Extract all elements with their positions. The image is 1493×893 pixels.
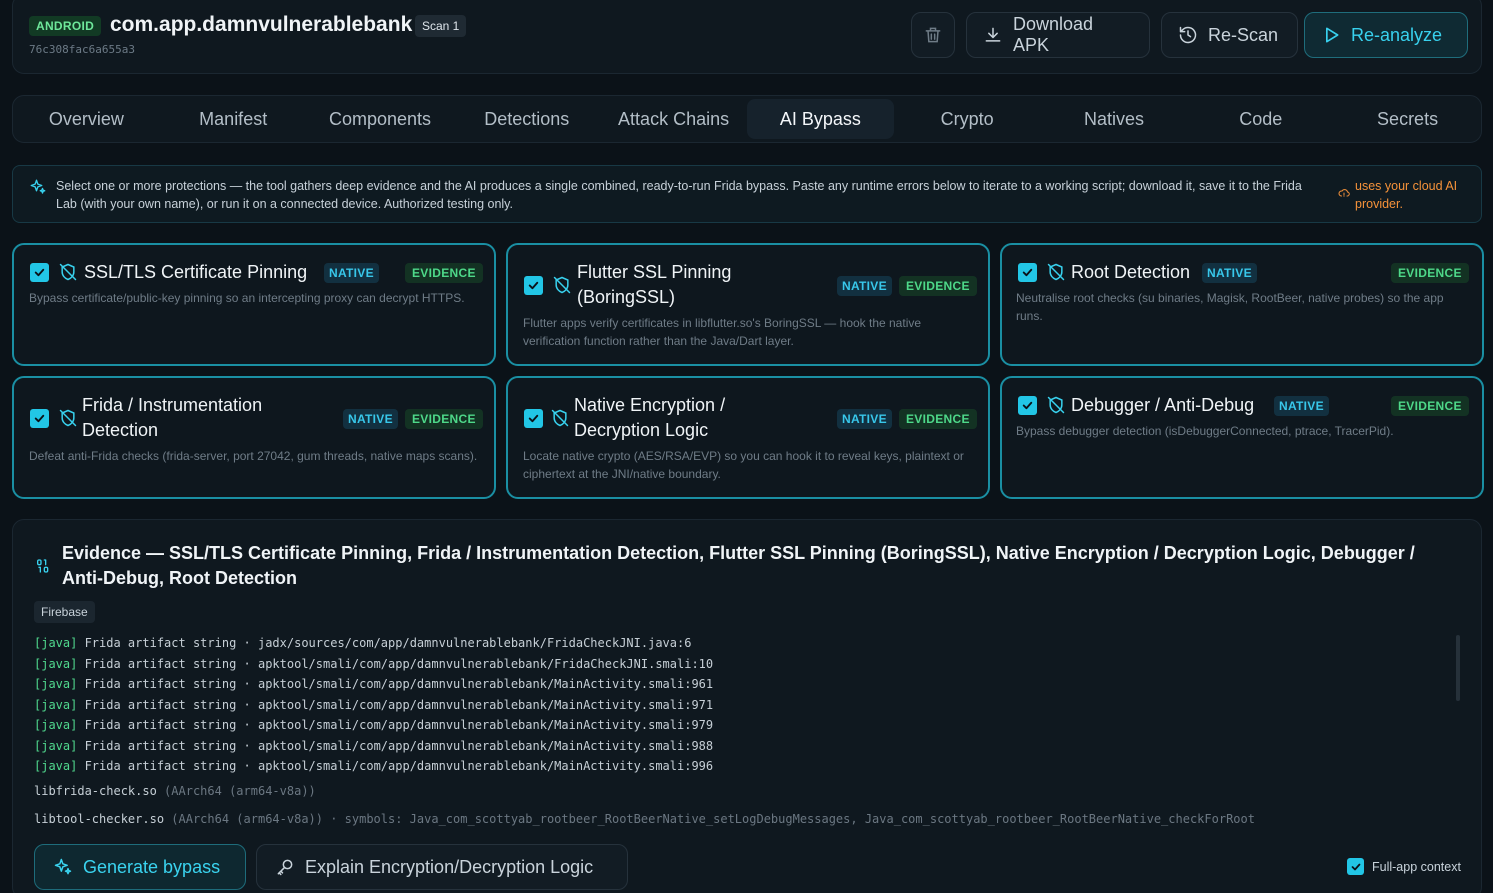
platform-badge: ANDROID xyxy=(29,16,102,36)
evidence-line: [java] Frida artifact string · apktool/s… xyxy=(34,656,714,671)
native-lib-entry: libtool-checker.so (AArch64 (arm64-v8a))… xyxy=(34,812,1255,826)
explain-crypto-button[interactable]: Explain Encryption/Decryption Logic xyxy=(256,844,628,890)
protection-desc: Bypass certificate/public-key pinning so… xyxy=(29,291,465,305)
tab-detections[interactable]: Detections xyxy=(453,99,600,139)
native-badge: NATIVE xyxy=(324,263,379,283)
package-name: com.app.damnvulnerablebank xyxy=(110,13,413,36)
binary-icon xyxy=(37,559,49,573)
protection-card-ssl-pinning[interactable]: SSL/TLS Certificate Pinning NATIVE EVIDE… xyxy=(12,243,496,366)
shield-off-icon xyxy=(1047,396,1065,414)
tab-code[interactable]: Code xyxy=(1187,99,1334,139)
shield-off-icon xyxy=(553,276,571,294)
tab-overview[interactable]: Overview xyxy=(13,99,160,139)
evidence-line: [java] Frida artifact string · apktool/s… xyxy=(34,697,714,712)
evidence-line: [java] Frida artifact string · jadx/sour… xyxy=(34,636,692,650)
protection-desc: Flutter apps verify certificates in libf… xyxy=(523,316,922,348)
delete-button[interactable] xyxy=(911,12,955,58)
checkbox[interactable] xyxy=(30,409,49,428)
explain-crypto-label: Explain Encryption/Decryption Logic xyxy=(305,856,594,877)
native-badge: NATIVE xyxy=(837,276,892,296)
native-badge: NATIVE xyxy=(1202,263,1257,283)
protection-card-frida-detection[interactable]: Frida / Instrumentation Detection NATIVE… xyxy=(12,376,496,499)
protection-card-flutter-ssl[interactable]: Flutter SSL Pinning (BoringSSL) NATIVE E… xyxy=(506,243,990,366)
evidence-badge: EVIDENCE xyxy=(1391,263,1469,283)
generate-bypass-label: Generate bypass xyxy=(83,856,221,877)
evidence-panel: Evidence — SSL/TLS Certificate Pinning, … xyxy=(12,519,1482,893)
evidence-badge: EVIDENCE xyxy=(899,409,977,429)
scan-hash: 76c308fac6a655a3 xyxy=(29,43,135,56)
evidence-badge: EVIDENCE xyxy=(899,276,977,296)
protection-desc: Neutralise root checks (su binaries, Mag… xyxy=(1016,291,1444,323)
reanalyze-label: Re-analyze xyxy=(1351,24,1443,45)
checkbox[interactable] xyxy=(1347,858,1364,875)
evidence-line: [java] Frida artifact string · apktool/s… xyxy=(34,677,714,691)
protection-desc: Bypass debugger detection (isDebuggerCon… xyxy=(1016,424,1394,438)
evidence-scrollbar[interactable] xyxy=(1456,635,1460,701)
tab-attack-chains[interactable]: Attack Chains xyxy=(600,99,747,139)
reanalyze-button[interactable]: Re-analyze xyxy=(1304,12,1468,58)
protection-title: Frida / Instrumentation Detection xyxy=(82,395,263,440)
evidence-badge: EVIDENCE xyxy=(405,263,483,283)
evidence-title: Evidence — SSL/TLS Certificate Pinning, … xyxy=(62,543,1415,588)
checkbox[interactable] xyxy=(524,276,543,295)
cloud-ai-warning: uses your cloud AI provider. xyxy=(1355,179,1458,211)
shield-off-icon xyxy=(551,409,569,427)
tab-bar: Overview Manifest Components Detections … xyxy=(12,95,1482,143)
cloud-warning-icon xyxy=(1338,189,1350,197)
native-badge: NATIVE xyxy=(1274,396,1329,416)
protection-card-native-crypto[interactable]: Native Encryption / Decryption Logic NAT… xyxy=(506,376,990,499)
tab-natives[interactable]: Natives xyxy=(1041,99,1188,139)
tab-components[interactable]: Components xyxy=(307,99,454,139)
checkbox[interactable] xyxy=(1018,396,1037,415)
protection-card-root-detection[interactable]: Root Detection NATIVE EVIDENCE Neutralis… xyxy=(1000,243,1484,366)
firebase-chip: Firebase xyxy=(34,601,95,623)
play-icon xyxy=(1326,27,1339,43)
download-icon xyxy=(985,27,1001,42)
evidence-badge: EVIDENCE xyxy=(1391,396,1469,416)
checkbox[interactable] xyxy=(30,263,49,282)
evidence-line: [java] Frida artifact string · apktool/s… xyxy=(34,759,714,773)
full-app-context-label: Full-app context xyxy=(1372,859,1461,874)
shield-off-icon xyxy=(59,263,77,281)
native-lib-entry: libfrida-check.so (AArch64 (arm64-v8a)) xyxy=(34,784,316,798)
protection-title: Native Encryption / Decryption Logic xyxy=(574,395,726,440)
protection-title: Debugger / Anti-Debug xyxy=(1071,395,1255,415)
native-badge: NATIVE xyxy=(837,409,892,429)
shield-off-icon xyxy=(1047,263,1065,281)
sparkles-icon xyxy=(30,179,46,194)
checkbox[interactable] xyxy=(1018,263,1037,282)
checkbox[interactable] xyxy=(524,409,543,428)
tab-ai-bypass[interactable]: AI Bypass xyxy=(746,99,894,139)
evidence-line: [java] Frida artifact string · apktool/s… xyxy=(34,718,714,732)
history-icon xyxy=(1179,26,1197,44)
protection-card-anti-debug[interactable]: Debugger / Anti-Debug NATIVE EVIDENCE By… xyxy=(1000,376,1484,499)
scan-badge: Scan 1 xyxy=(415,15,467,37)
app-header: ANDROID com.app.damnvulnerablebank Scan … xyxy=(12,0,1482,74)
tab-manifest[interactable]: Manifest xyxy=(160,99,307,139)
native-badge: NATIVE xyxy=(343,409,398,429)
generate-bypass-button[interactable]: Generate bypass xyxy=(34,844,246,890)
protection-title: SSL/TLS Certificate Pinning xyxy=(84,262,308,282)
full-app-context-toggle[interactable]: Full-app context xyxy=(1347,858,1461,875)
tab-secrets[interactable]: Secrets xyxy=(1334,99,1481,139)
protection-title: Root Detection xyxy=(1071,262,1191,282)
download-apk-button[interactable]: Download APK xyxy=(966,12,1150,58)
info-banner: Select one or more protections — the too… xyxy=(12,165,1482,223)
sparkles-icon xyxy=(54,858,72,875)
banner-text: Select one or more protections — the too… xyxy=(56,179,1302,211)
key-icon xyxy=(277,859,293,876)
trash-icon xyxy=(925,27,941,43)
evidence-badge: EVIDENCE xyxy=(405,409,483,429)
rescan-label: Re-Scan xyxy=(1208,24,1279,45)
protection-desc: Defeat anti-Frida checks (frida-server, … xyxy=(29,449,478,463)
shield-off-icon xyxy=(59,409,77,427)
rescan-button[interactable]: Re-Scan xyxy=(1161,12,1298,58)
evidence-list: [java] Frida artifact string · jadx/sour… xyxy=(34,633,713,777)
protection-desc: Locate native crypto (AES/RSA/EVP) so yo… xyxy=(523,449,964,481)
protection-title: Flutter SSL Pinning (BoringSSL) xyxy=(577,262,732,307)
evidence-line: [java] Frida artifact string · apktool/s… xyxy=(34,738,714,753)
tab-crypto[interactable]: Crypto xyxy=(894,99,1041,139)
download-apk-label: Download APK xyxy=(1012,14,1094,55)
